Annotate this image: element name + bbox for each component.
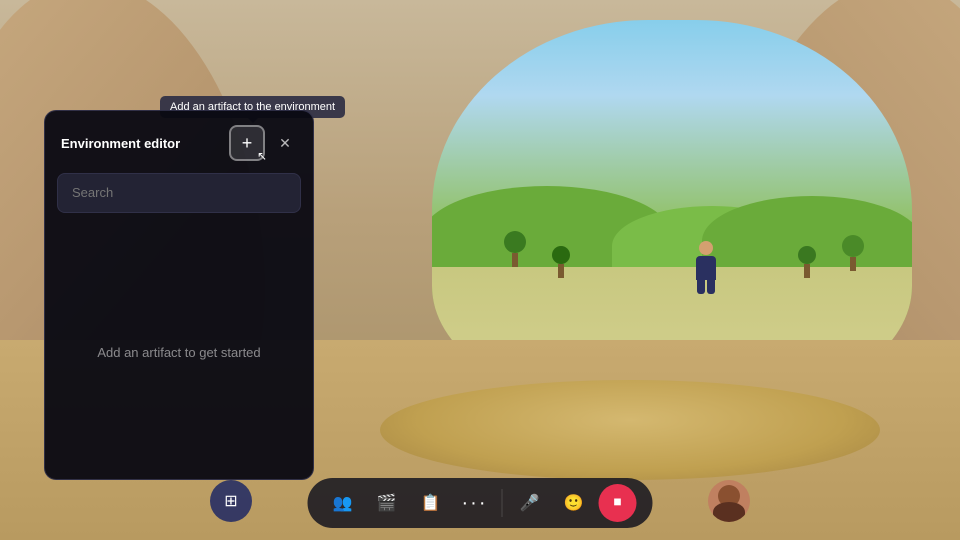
tree-trunk	[512, 253, 518, 267]
avatar-legs	[697, 280, 715, 294]
toolbar-emoji-button[interactable]: 🙂	[555, 484, 593, 522]
tree	[552, 246, 570, 278]
panel-body: Add an artifact to get started	[45, 225, 313, 479]
platform	[380, 380, 880, 480]
tree-trunk	[558, 264, 564, 278]
tree-top	[504, 231, 526, 253]
avatar-head	[699, 241, 713, 255]
user-avatar-button[interactable]	[708, 480, 750, 522]
empty-state-text: Add an artifact to get started	[97, 345, 260, 360]
cursor-icon: ↖	[257, 149, 267, 163]
toolbar-divider	[502, 489, 503, 517]
tree-trunk	[850, 257, 856, 271]
toolbar: 👥 🎬 📋 ··· 🎤 🙂 ⏹	[308, 478, 653, 528]
apps-button[interactable]: ⊞	[210, 480, 252, 522]
tree	[504, 231, 526, 267]
close-icon: ✕	[279, 135, 291, 152]
people-icon: 👥	[333, 493, 353, 513]
avatar-character	[696, 241, 716, 294]
environment-editor-panel: Environment editor + ↖ ✕ Add an artifact…	[44, 110, 314, 480]
avatar-leg-right	[707, 280, 715, 294]
toolbar-mic-button[interactable]: 🎤	[511, 484, 549, 522]
apps-grid-icon: ⊞	[224, 491, 237, 511]
toolbar-video-button[interactable]: 🎬	[368, 484, 406, 522]
tree-top	[552, 246, 570, 264]
tree	[798, 246, 816, 278]
search-input[interactable]	[72, 185, 286, 200]
toolbar-share-button[interactable]: 📋	[412, 484, 450, 522]
add-icon: +	[242, 133, 253, 154]
panel-title: Environment editor	[61, 136, 180, 151]
close-panel-button[interactable]: ✕	[273, 131, 297, 155]
tree	[842, 235, 864, 271]
tree-top	[798, 246, 816, 264]
search-bar[interactable]	[57, 173, 301, 213]
emoji-icon: 🙂	[564, 493, 584, 513]
toolbar-more-button[interactable]: ···	[456, 484, 494, 522]
video-icon: 🎬	[377, 493, 397, 513]
tree-top	[842, 235, 864, 257]
panel-header: Environment editor + ↖ ✕	[45, 111, 313, 173]
toolbar-people-button[interactable]: 👥	[324, 484, 362, 522]
stop-icon: ⏹	[613, 494, 621, 512]
avatar-leg-left	[697, 280, 705, 294]
panel-actions: + ↖ ✕	[229, 125, 297, 161]
more-icon: ···	[462, 492, 488, 515]
avatar-body	[713, 502, 745, 522]
share-icon: 📋	[421, 493, 441, 513]
avatar-body	[696, 256, 716, 280]
tree-trunk	[804, 264, 810, 278]
toolbar-stop-button[interactable]: ⏹	[599, 484, 637, 522]
mic-icon: 🎤	[520, 493, 540, 513]
add-artifact-button[interactable]: + ↖	[229, 125, 265, 161]
